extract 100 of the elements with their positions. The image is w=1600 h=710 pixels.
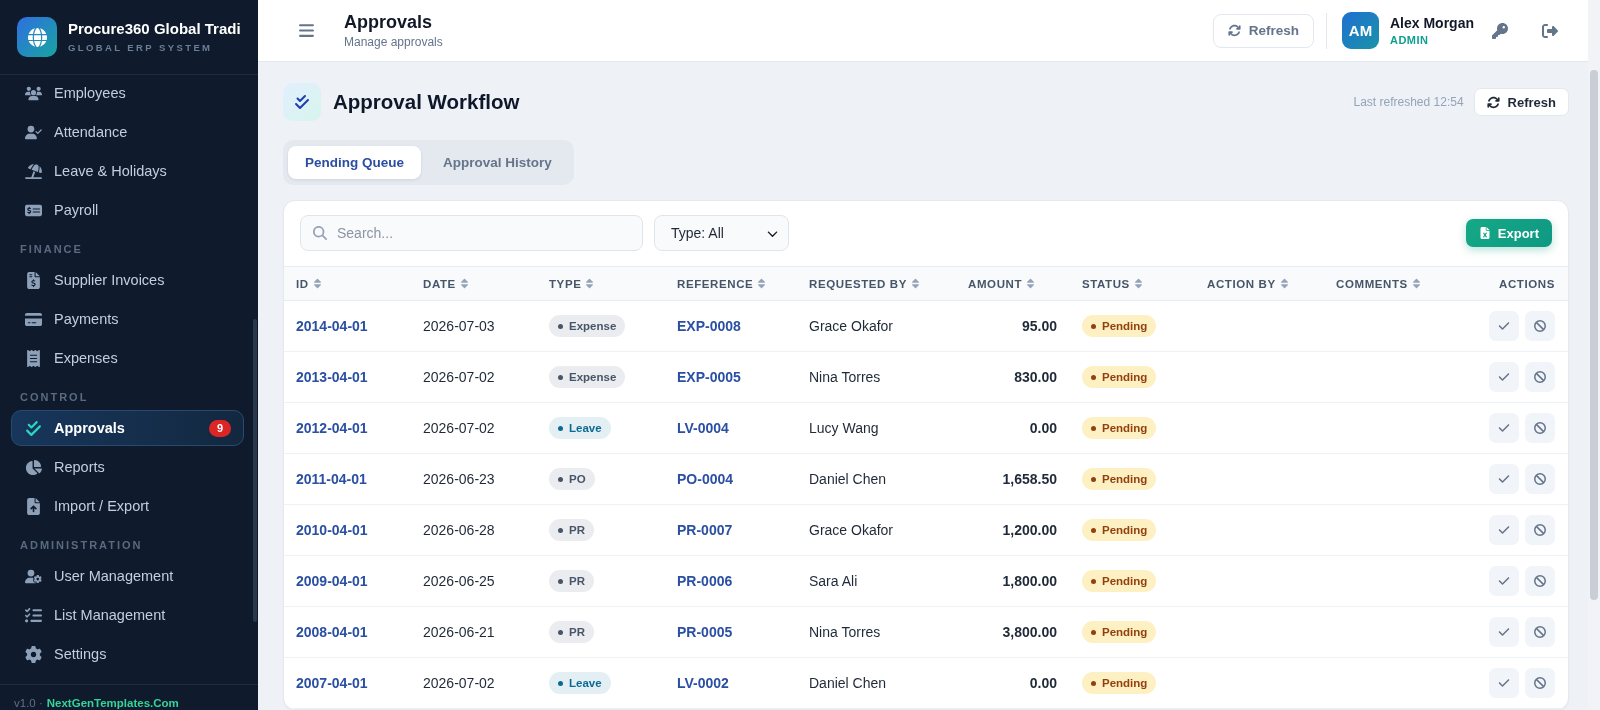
user-avatar: AM xyxy=(1342,12,1379,49)
check-icon xyxy=(1498,371,1510,383)
version-text: v1.0 · xyxy=(14,696,43,710)
requester-cell-text: Daniel Chen xyxy=(808,675,888,691)
nav-item[interactable]: Payments xyxy=(11,301,244,337)
column-header[interactable]: COMMENTS xyxy=(1324,277,1451,290)
column-header[interactable]: AMOUNT xyxy=(956,277,1070,290)
approve-button[interactable] xyxy=(1489,566,1519,596)
column-header[interactable]: ACTION BY xyxy=(1195,277,1324,290)
column-header[interactable]: TYPE xyxy=(537,277,665,290)
scrollbar-thumb[interactable] xyxy=(253,319,257,622)
id-link[interactable]: 2007-04-01 xyxy=(296,675,368,691)
nav-item[interactable]: Leave & Holidays xyxy=(11,153,244,189)
approve-button[interactable] xyxy=(1489,311,1519,341)
last-refreshed-text: Last refreshed 12:54 xyxy=(1353,95,1464,109)
header-subtitle: Manage approvals xyxy=(344,34,443,50)
tab[interactable]: Pending Queue xyxy=(288,146,421,179)
requester-cell-text: Grace Okafor xyxy=(808,522,895,538)
sort-icon xyxy=(911,278,919,289)
reference-link[interactable]: PR-0006 xyxy=(677,573,733,589)
requester-cell-text: Nina Torres xyxy=(808,369,882,385)
dot-icon xyxy=(1091,476,1096,482)
column-header[interactable]: ID xyxy=(284,277,411,290)
amount-cell-text: 1,200.00 xyxy=(1001,522,1058,538)
scrollbar-thumb[interactable] xyxy=(1590,70,1598,600)
column-header[interactable]: REFERENCE xyxy=(665,277,797,290)
type-label: Expense xyxy=(569,319,617,333)
footer-link[interactable]: NextGenTemplates.Com xyxy=(46,696,179,710)
reject-button[interactable] xyxy=(1525,668,1555,698)
refresh-button[interactable]: Refresh xyxy=(1212,13,1314,48)
reference-link[interactable]: EXP-0008 xyxy=(677,318,741,334)
nav-item[interactable]: Payroll xyxy=(11,192,244,228)
amount-cell-text: 0.00 xyxy=(1028,420,1058,436)
brand-title: Procure360 Global Tradi xyxy=(68,20,241,38)
id-link[interactable]: 2012-04-01 xyxy=(296,420,368,436)
reference-link[interactable]: PO-0004 xyxy=(677,471,734,487)
id-link[interactable]: 2011-04-01 xyxy=(296,471,367,487)
nav-item[interactable]: Supplier Invoices xyxy=(11,262,244,298)
amount-cell-text: 95.00 xyxy=(1020,318,1058,334)
type-label: Leave xyxy=(569,676,602,690)
reject-button[interactable] xyxy=(1525,413,1555,443)
column-header[interactable]: STATUS xyxy=(1070,277,1195,290)
ban-icon xyxy=(1534,677,1546,689)
ban-icon xyxy=(1534,320,1546,332)
id-link[interactable]: 2014-04-01 xyxy=(296,318,368,334)
users-icon xyxy=(25,84,42,102)
reject-button[interactable] xyxy=(1525,515,1555,545)
count-badge: 9 xyxy=(209,419,231,437)
dot-icon xyxy=(1091,323,1096,329)
nav-item[interactable]: Reports xyxy=(11,449,244,485)
nav-item[interactable]: Employees xyxy=(11,75,244,111)
reject-button[interactable] xyxy=(1525,566,1555,596)
settings-icon xyxy=(25,645,42,663)
requester-cell-text: Nina Torres xyxy=(808,624,882,640)
reference-link[interactable]: LV-0004 xyxy=(677,420,729,436)
tab[interactable]: Approval History xyxy=(426,146,569,179)
double-check-icon xyxy=(25,419,42,437)
approve-button[interactable] xyxy=(1489,464,1519,494)
date-cell-text: 2026-07-02 xyxy=(422,420,496,436)
reject-button[interactable] xyxy=(1525,311,1555,341)
column-header[interactable]: DATE xyxy=(411,277,537,290)
id-link[interactable]: 2009-04-01 xyxy=(296,573,368,589)
status-label: Pending xyxy=(1102,421,1148,435)
reject-button[interactable] xyxy=(1525,362,1555,392)
nav-item[interactable]: Settings xyxy=(11,636,244,672)
user-gear-icon xyxy=(25,567,42,585)
id-link[interactable]: 2008-04-01 xyxy=(296,624,368,640)
dot-icon xyxy=(1091,680,1096,686)
type-select[interactable]: Type: All xyxy=(654,215,789,251)
approve-button[interactable] xyxy=(1489,413,1519,443)
reference-link[interactable]: EXP-0005 xyxy=(677,369,741,385)
search-field[interactable]: Search... xyxy=(300,215,643,251)
check-icon xyxy=(1498,677,1510,689)
nav-item[interactable]: Expenses xyxy=(11,340,244,376)
id-link[interactable]: 2013-04-01 xyxy=(296,369,368,385)
reference-link[interactable]: PR-0005 xyxy=(677,624,733,640)
type-label: Leave xyxy=(569,421,602,435)
nav-item[interactable]: Import / Export xyxy=(11,488,244,524)
amount-cell-text: 1,800.00 xyxy=(1001,573,1058,589)
reference-link[interactable]: PR-0007 xyxy=(677,522,733,538)
approve-button[interactable] xyxy=(1489,617,1519,647)
reject-button[interactable] xyxy=(1525,464,1555,494)
id-link[interactable]: 2010-04-01 xyxy=(296,522,368,538)
check-icon xyxy=(1498,626,1510,638)
reference-link[interactable]: LV-0002 xyxy=(677,675,729,691)
requester-cell-text: Sara Ali xyxy=(808,573,859,589)
nav-item[interactable]: Approvals 9 xyxy=(11,410,244,446)
column-header[interactable]: REQUESTED BY xyxy=(797,277,956,290)
ban-icon xyxy=(1534,473,1546,485)
approve-button[interactable] xyxy=(1489,668,1519,698)
approve-button[interactable] xyxy=(1489,362,1519,392)
nav-item[interactable]: List Management xyxy=(11,597,244,633)
refresh-button[interactable]: Refresh xyxy=(1473,88,1569,116)
requester-cell-text: Lucy Wang xyxy=(808,420,880,436)
check-icon xyxy=(1498,422,1510,434)
reject-button[interactable] xyxy=(1525,617,1555,647)
approve-button[interactable] xyxy=(1489,515,1519,545)
date-cell-text: 2026-07-02 xyxy=(422,369,496,385)
nav-item[interactable]: Attendance xyxy=(11,114,244,150)
nav-item[interactable]: User Management xyxy=(11,558,244,594)
